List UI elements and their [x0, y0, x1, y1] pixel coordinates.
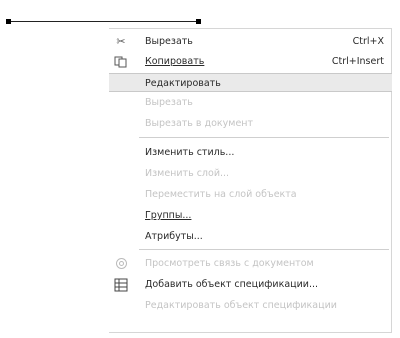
context-menu: ✂ Вырезать Ctrl+X Копировать Ctrl+Insert…	[109, 28, 392, 333]
selection-handle-left[interactable]	[6, 19, 11, 24]
menu-item-label: Редактировать	[145, 78, 221, 89]
menu-item-edit-specification-object[interactable]: Редактировать объект спецификации	[109, 297, 392, 314]
menu-item-cut[interactable]: ✂ Вырезать Ctrl+X	[109, 33, 392, 50]
menu-item-label: Изменить стиль...	[145, 147, 235, 158]
menu-item-copy[interactable]: Копировать Ctrl+Insert	[109, 53, 392, 70]
menu-item-view-document-link[interactable]: Просмотреть связь с документом	[109, 255, 392, 272]
menu-item-label: Просмотреть связь с документом	[145, 258, 314, 269]
menu-separator	[139, 249, 389, 250]
menu-item-groups[interactable]: Группы...	[109, 207, 392, 224]
menu-item-label: Добавить объект спецификации...	[145, 279, 319, 290]
menu-item-label: Группы...	[145, 210, 192, 221]
menu-item-label: Вырезать в документ	[145, 118, 254, 129]
menu-item-edit[interactable]: Редактировать	[109, 73, 392, 92]
menu-item-change-layer[interactable]: Изменить слой...	[109, 165, 392, 182]
menu-item-cut-disabled[interactable]: Вырезать	[109, 94, 392, 111]
menu-item-add-specification-object[interactable]: Добавить объект спецификации...	[109, 276, 392, 293]
menu-item-label: Изменить слой...	[145, 168, 230, 179]
selected-line-segment[interactable]	[8, 21, 201, 22]
menu-item-label: Редактировать объект спецификации	[145, 300, 337, 311]
scissors-icon: ✂	[116, 35, 126, 48]
menu-item-move-to-layer[interactable]: Переместить на слой объекта	[109, 186, 392, 203]
menu-item-cut-to-document[interactable]: Вырезать в документ	[109, 115, 392, 132]
menu-item-label: Копировать	[145, 56, 205, 67]
copy-icon	[109, 53, 133, 70]
menu-item-label: Атрибуты...	[145, 231, 203, 242]
drawing-canvas[interactable]: ✂ Вырезать Ctrl+X Копировать Ctrl+Insert…	[0, 0, 400, 338]
menu-item-label: Переместить на слой объекта	[145, 189, 297, 200]
menu-item-label: Вырезать	[145, 36, 193, 47]
menu-item-attributes[interactable]: Атрибуты...	[109, 228, 392, 245]
menu-item-shortcut: Ctrl+Insert	[331, 56, 384, 67]
menu-item-change-style[interactable]: Изменить стиль...	[109, 144, 392, 161]
specification-icon	[109, 276, 133, 293]
menu-item-label: Вырезать	[145, 97, 193, 108]
menu-item-shortcut: Ctrl+X	[352, 36, 384, 47]
menu-separator	[139, 137, 389, 138]
selection-handle-right[interactable]	[196, 19, 201, 24]
link-icon	[109, 255, 133, 272]
